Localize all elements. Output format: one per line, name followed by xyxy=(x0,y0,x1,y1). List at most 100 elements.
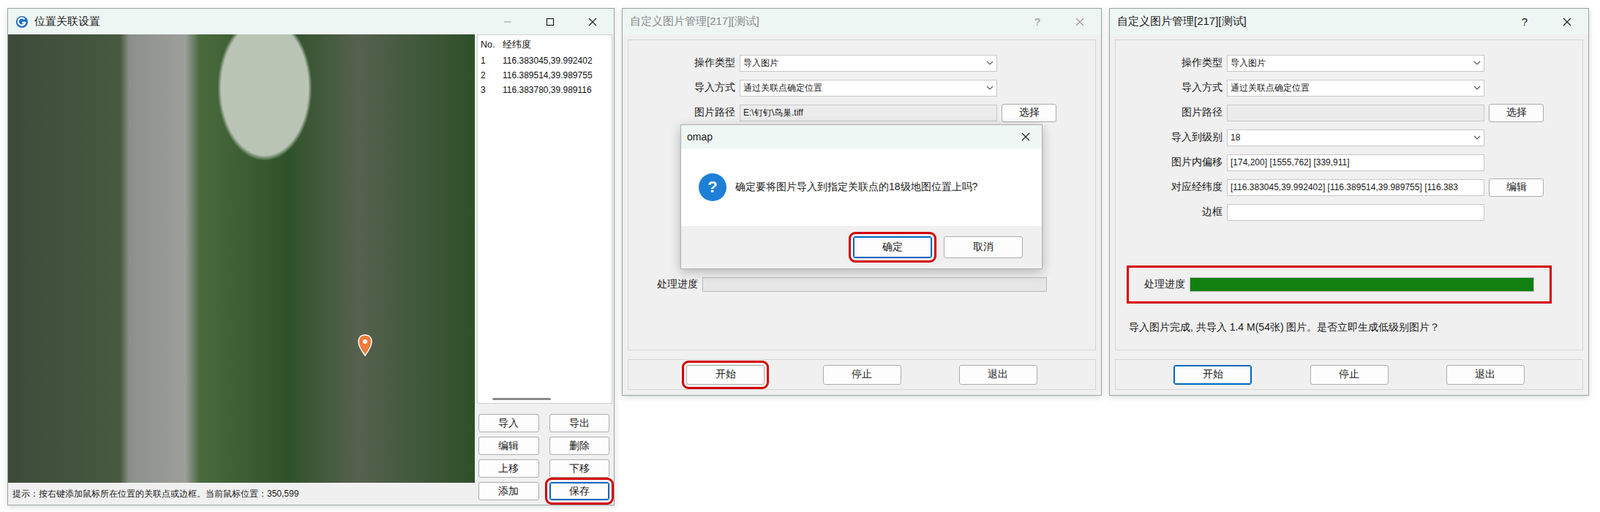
action-button[interactable]: 编辑 xyxy=(478,436,540,456)
form-row: 图片内偏移 [174,200] [1555,762] [339,911] xyxy=(1115,149,1583,175)
minimize-button[interactable] xyxy=(486,8,529,35)
window-title: 自定义图片管理[217][测试] xyxy=(629,14,1011,29)
action-button[interactable]: 导出 xyxy=(549,414,611,433)
dialog-title-bar: omap xyxy=(681,125,1042,149)
text-field[interactable]: E:\钉钉\鸟巢.tiff xyxy=(739,104,998,122)
chevron-down-icon xyxy=(986,60,994,66)
progress-bar xyxy=(702,277,1047,292)
field-label: 图片路径 xyxy=(628,106,736,120)
close-button[interactable] xyxy=(1545,8,1589,35)
form-row: 操作类型 导入图片 xyxy=(1115,50,1583,76)
action-button[interactable]: 退出 xyxy=(959,365,1038,385)
window-title: 自定义图片管理[217][测试] xyxy=(1117,14,1498,29)
form-row: 导入方式 通过关联点确定位置 xyxy=(628,75,1096,101)
form-row: 导入方式 通过关联点确定位置 xyxy=(1115,75,1583,101)
list-header: No.经纬度 xyxy=(477,35,612,54)
status-bar: 提示：按右键添加鼠标所在位置的关联点或边框。当前鼠标位置：350,599 xyxy=(8,482,475,505)
help-button[interactable]: ? xyxy=(1016,8,1059,35)
field-label: 图片路径 xyxy=(1115,106,1223,120)
question-icon: ? xyxy=(698,173,727,202)
field-button[interactable]: 编辑 xyxy=(1488,178,1544,197)
action-button[interactable]: 开始 xyxy=(686,365,765,385)
minimize-icon xyxy=(503,17,513,27)
progress-label: 处理进度 xyxy=(1144,278,1186,292)
text-field[interactable] xyxy=(1226,204,1485,221)
action-button[interactable]: 下移 xyxy=(549,459,611,478)
button-bar: 开始 停止 退出 xyxy=(627,359,1096,390)
field-label: 导入方式 xyxy=(628,81,736,95)
text-field[interactable]: [116.383045,39.992402] [116.389514,39.98… xyxy=(1226,179,1485,197)
maximize-button[interactable] xyxy=(528,8,572,35)
dialog-close-button[interactable] xyxy=(1009,125,1042,149)
field-label: 导入方式 xyxy=(1115,81,1223,95)
progress-row: 处理进度 xyxy=(643,269,1061,300)
dialog-title: omap xyxy=(686,130,1010,143)
field-button[interactable]: 选择 xyxy=(1001,103,1057,123)
image-manager-window: 自定义图片管理[217][测试] ? 操作类型 导入图片 导入方式 通过关联点确… xyxy=(621,8,1102,396)
field-label: 操作类型 xyxy=(628,56,736,70)
confirm-dialog: omap ? 确定要将图片导入到指定关联点的18级地图位置上吗? 确定取消 xyxy=(680,124,1043,270)
dropdown[interactable]: 导入图片 xyxy=(1226,54,1485,72)
progress-bar xyxy=(1189,277,1535,292)
action-button[interactable]: 删除 xyxy=(549,436,611,456)
column-header: No. xyxy=(480,37,503,52)
maximize-icon xyxy=(545,17,555,27)
text-field[interactable]: [174,200] [1555,762] [339,911] xyxy=(1226,154,1485,172)
progress-fill xyxy=(1190,278,1534,292)
app-logo-icon xyxy=(15,15,29,29)
action-button[interactable]: 开始 xyxy=(1173,365,1252,385)
close-icon xyxy=(588,17,597,27)
dropdown[interactable]: 通过关联点确定位置 xyxy=(739,79,998,97)
dropdown[interactable]: 18 xyxy=(1226,129,1485,147)
progress-label: 处理进度 xyxy=(656,278,698,292)
list-row[interactable]: 3116.383780,39.989116 xyxy=(477,82,612,98)
field-label: 导入到级别 xyxy=(1115,130,1223,145)
form-row: 导入到级别 18 xyxy=(1115,125,1583,150)
action-button[interactable]: 停止 xyxy=(823,365,902,385)
location-window: 位置关联设置 提示：按右键添加鼠标所在位置的关联点或边框。当前鼠标位置：350,… xyxy=(7,8,615,506)
field-label: 边框 xyxy=(1115,205,1223,219)
action-button[interactable]: 上移 xyxy=(478,459,540,478)
dialog-message: 确定要将图片导入到指定关联点的18级地图位置上吗? xyxy=(735,180,978,194)
close-icon xyxy=(1021,132,1031,142)
form-row: 操作类型 导入图片 xyxy=(628,50,1096,76)
dropdown[interactable]: 导入图片 xyxy=(739,54,998,72)
form-row: 图片路径 选择 xyxy=(1115,100,1583,126)
desktop: 位置关联设置 提示：按右键添加鼠标所在位置的关联点或边框。当前鼠标位置：350,… xyxy=(0,0,1600,512)
point-list: No.经纬度 1116.383045,39.9924022116.389514,… xyxy=(477,34,613,404)
dialog-button[interactable]: 取消 xyxy=(943,236,1023,259)
field-label: 对应经纬度 xyxy=(1115,180,1223,194)
action-button[interactable]: 停止 xyxy=(1310,365,1389,385)
dialog-button[interactable]: 确定 xyxy=(853,236,933,259)
chevron-down-icon xyxy=(1473,135,1481,140)
action-button[interactable]: 添加 xyxy=(478,482,540,501)
form-row: 对应经纬度 [116.383045,39.992402] [116.389514… xyxy=(1115,174,1583,200)
close-button[interactable] xyxy=(571,8,614,35)
list-row[interactable]: 2116.389514,39.989755 xyxy=(477,68,612,83)
action-button[interactable]: 保存 xyxy=(549,482,611,501)
dropdown[interactable]: 通过关联点确定位置 xyxy=(1226,79,1485,97)
horizontal-scrollbar[interactable] xyxy=(477,394,612,404)
text-field[interactable] xyxy=(1226,104,1485,122)
map-pin-icon[interactable] xyxy=(357,334,373,357)
form-panel: 操作类型 导入图片 导入方式 通过关联点确定位置 图片路径 选择导入到级别 18… xyxy=(1114,39,1584,351)
progress-row: 处理进度 xyxy=(1131,269,1548,300)
action-button[interactable]: 退出 xyxy=(1446,365,1525,385)
satellite-map[interactable] xyxy=(8,34,475,483)
list-row[interactable]: 1116.383045,39.992402 xyxy=(477,53,612,69)
field-button[interactable]: 选择 xyxy=(1488,103,1544,123)
button-bar: 开始 停止 退出 xyxy=(1114,359,1584,390)
form-row: 边框 xyxy=(1115,199,1583,225)
window-title: 位置关联设置 xyxy=(34,14,481,29)
field-label: 图片内偏移 xyxy=(1115,155,1223,169)
scrollbar-thumb[interactable] xyxy=(492,397,551,401)
close-button[interactable] xyxy=(1058,8,1102,35)
close-icon xyxy=(1562,17,1572,27)
chevron-down-icon xyxy=(1473,85,1481,90)
help-button[interactable]: ? xyxy=(1503,8,1546,35)
action-button[interactable]: 导入 xyxy=(478,414,540,433)
title-bar: 位置关联设置 xyxy=(8,8,614,35)
chevron-down-icon xyxy=(986,85,994,90)
image-manager-window: 自定义图片管理[217][测试] ? 操作类型 导入图片 导入方式 通过关联点确… xyxy=(1109,8,1590,396)
title-bar: 自定义图片管理[217][测试] ? xyxy=(1109,8,1589,35)
